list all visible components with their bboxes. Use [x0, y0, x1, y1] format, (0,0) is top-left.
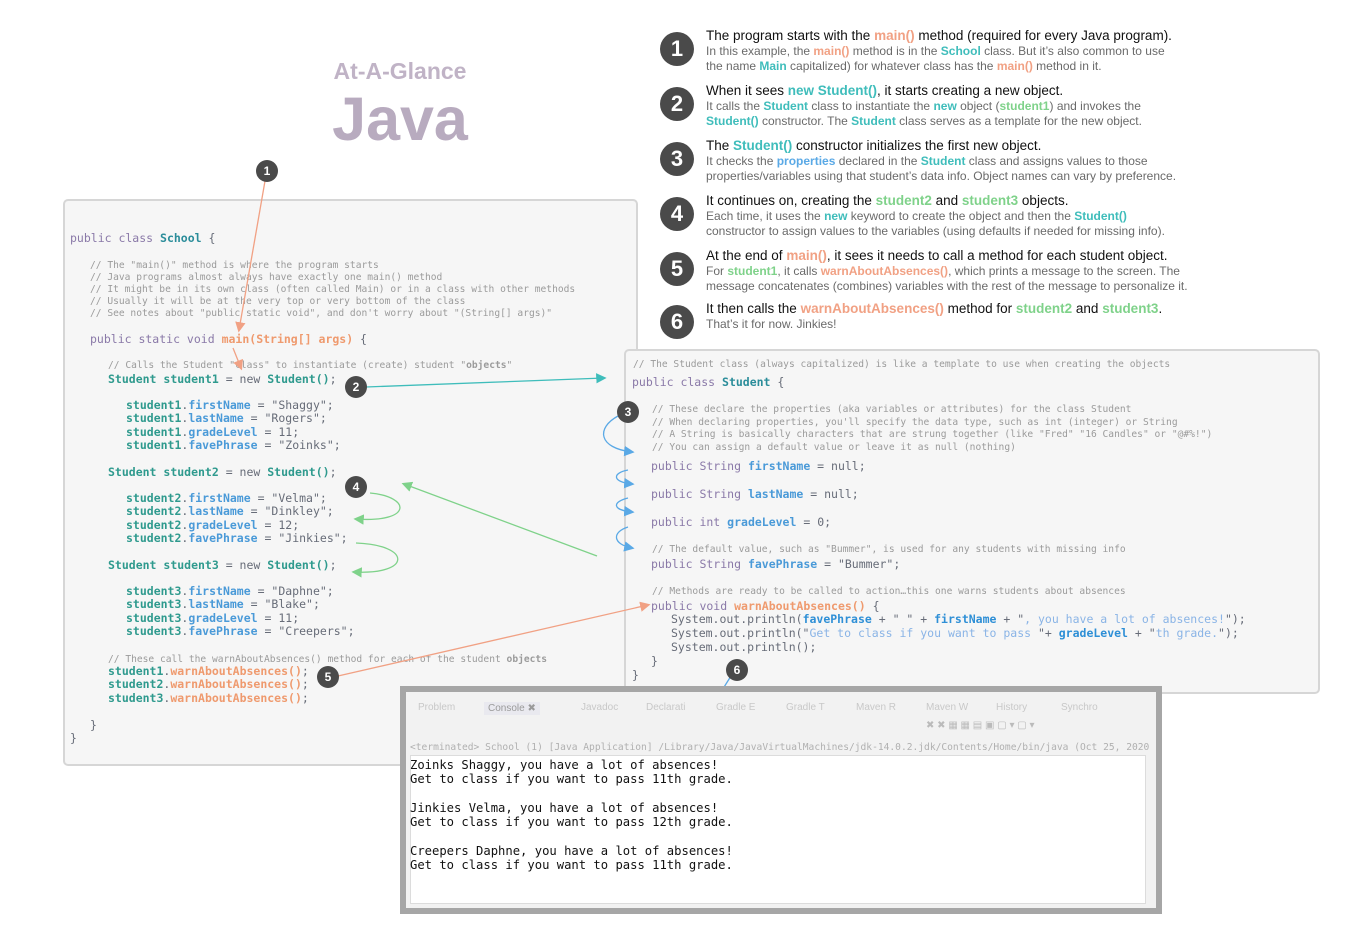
tab-problems[interactable]: Problem: [418, 702, 455, 713]
console-output-line: Creepers Daphne, you have a lot of absen…: [410, 844, 733, 858]
badge-4: 4: [345, 476, 367, 498]
tab-gradle-tasks[interactable]: Gradle T: [786, 702, 825, 713]
tab-history[interactable]: History: [996, 702, 1027, 713]
arrow-1-to-main: [235, 180, 266, 333]
console-output-line: Get to class if you want to pass 12th gr…: [410, 815, 733, 829]
badge-6: 6: [726, 659, 748, 681]
badge-2: 2: [345, 376, 367, 398]
tab-maven-workspace[interactable]: Maven W: [926, 702, 968, 713]
tab-javadoc[interactable]: Javadoc: [581, 702, 618, 713]
tab-console[interactable]: Console ✖: [484, 702, 540, 715]
tab-synchronize[interactable]: Synchro: [1061, 702, 1098, 713]
arrow-4-back-to-student2: [401, 481, 598, 557]
badge-1: 1: [256, 160, 278, 182]
arrow-5-to-method: [337, 601, 651, 677]
console-output-line: Jinkies Velma, you have a lot of absence…: [410, 801, 719, 815]
badge-5: 5: [317, 666, 339, 688]
arrow-4-loop-a: [353, 492, 401, 525]
tab-gradle-executions[interactable]: Gradle E: [716, 702, 755, 713]
console-output-line: Get to class if you want to pass 11th gr…: [410, 858, 733, 872]
tab-declaration[interactable]: Declarati: [646, 702, 685, 713]
console-tab-bar: Problem Console ✖ Javadoc Declarati Grad…: [406, 692, 1156, 732]
tab-maven-repositories[interactable]: Maven R: [856, 702, 896, 713]
arrow-3-loop-d: [615, 526, 635, 552]
arrow-3-loop-c: [615, 497, 635, 517]
terminated-status: <terminated> School (1) [Java Applicatio…: [410, 742, 1150, 753]
arrow-2-to-student-class: [365, 373, 607, 388]
console-output-line: Get to class if you want to pass 11th gr…: [410, 772, 733, 786]
badge-3: 3: [617, 401, 639, 423]
arrow-4-loop-b: [351, 542, 399, 578]
console-window: Problem Console ✖ Javadoc Declarati Grad…: [400, 686, 1162, 914]
console-output-line: Zoinks Shaggy, you have a lot of absence…: [410, 758, 719, 772]
arrow-main-to-student1: [232, 347, 243, 371]
arrow-3-loop-b: [615, 469, 635, 489]
console-toolbar-icons[interactable]: ✖ ✖ ▦ ▦ ▤ ▣ ▢ ▾ ▢ ▾: [926, 720, 1035, 731]
